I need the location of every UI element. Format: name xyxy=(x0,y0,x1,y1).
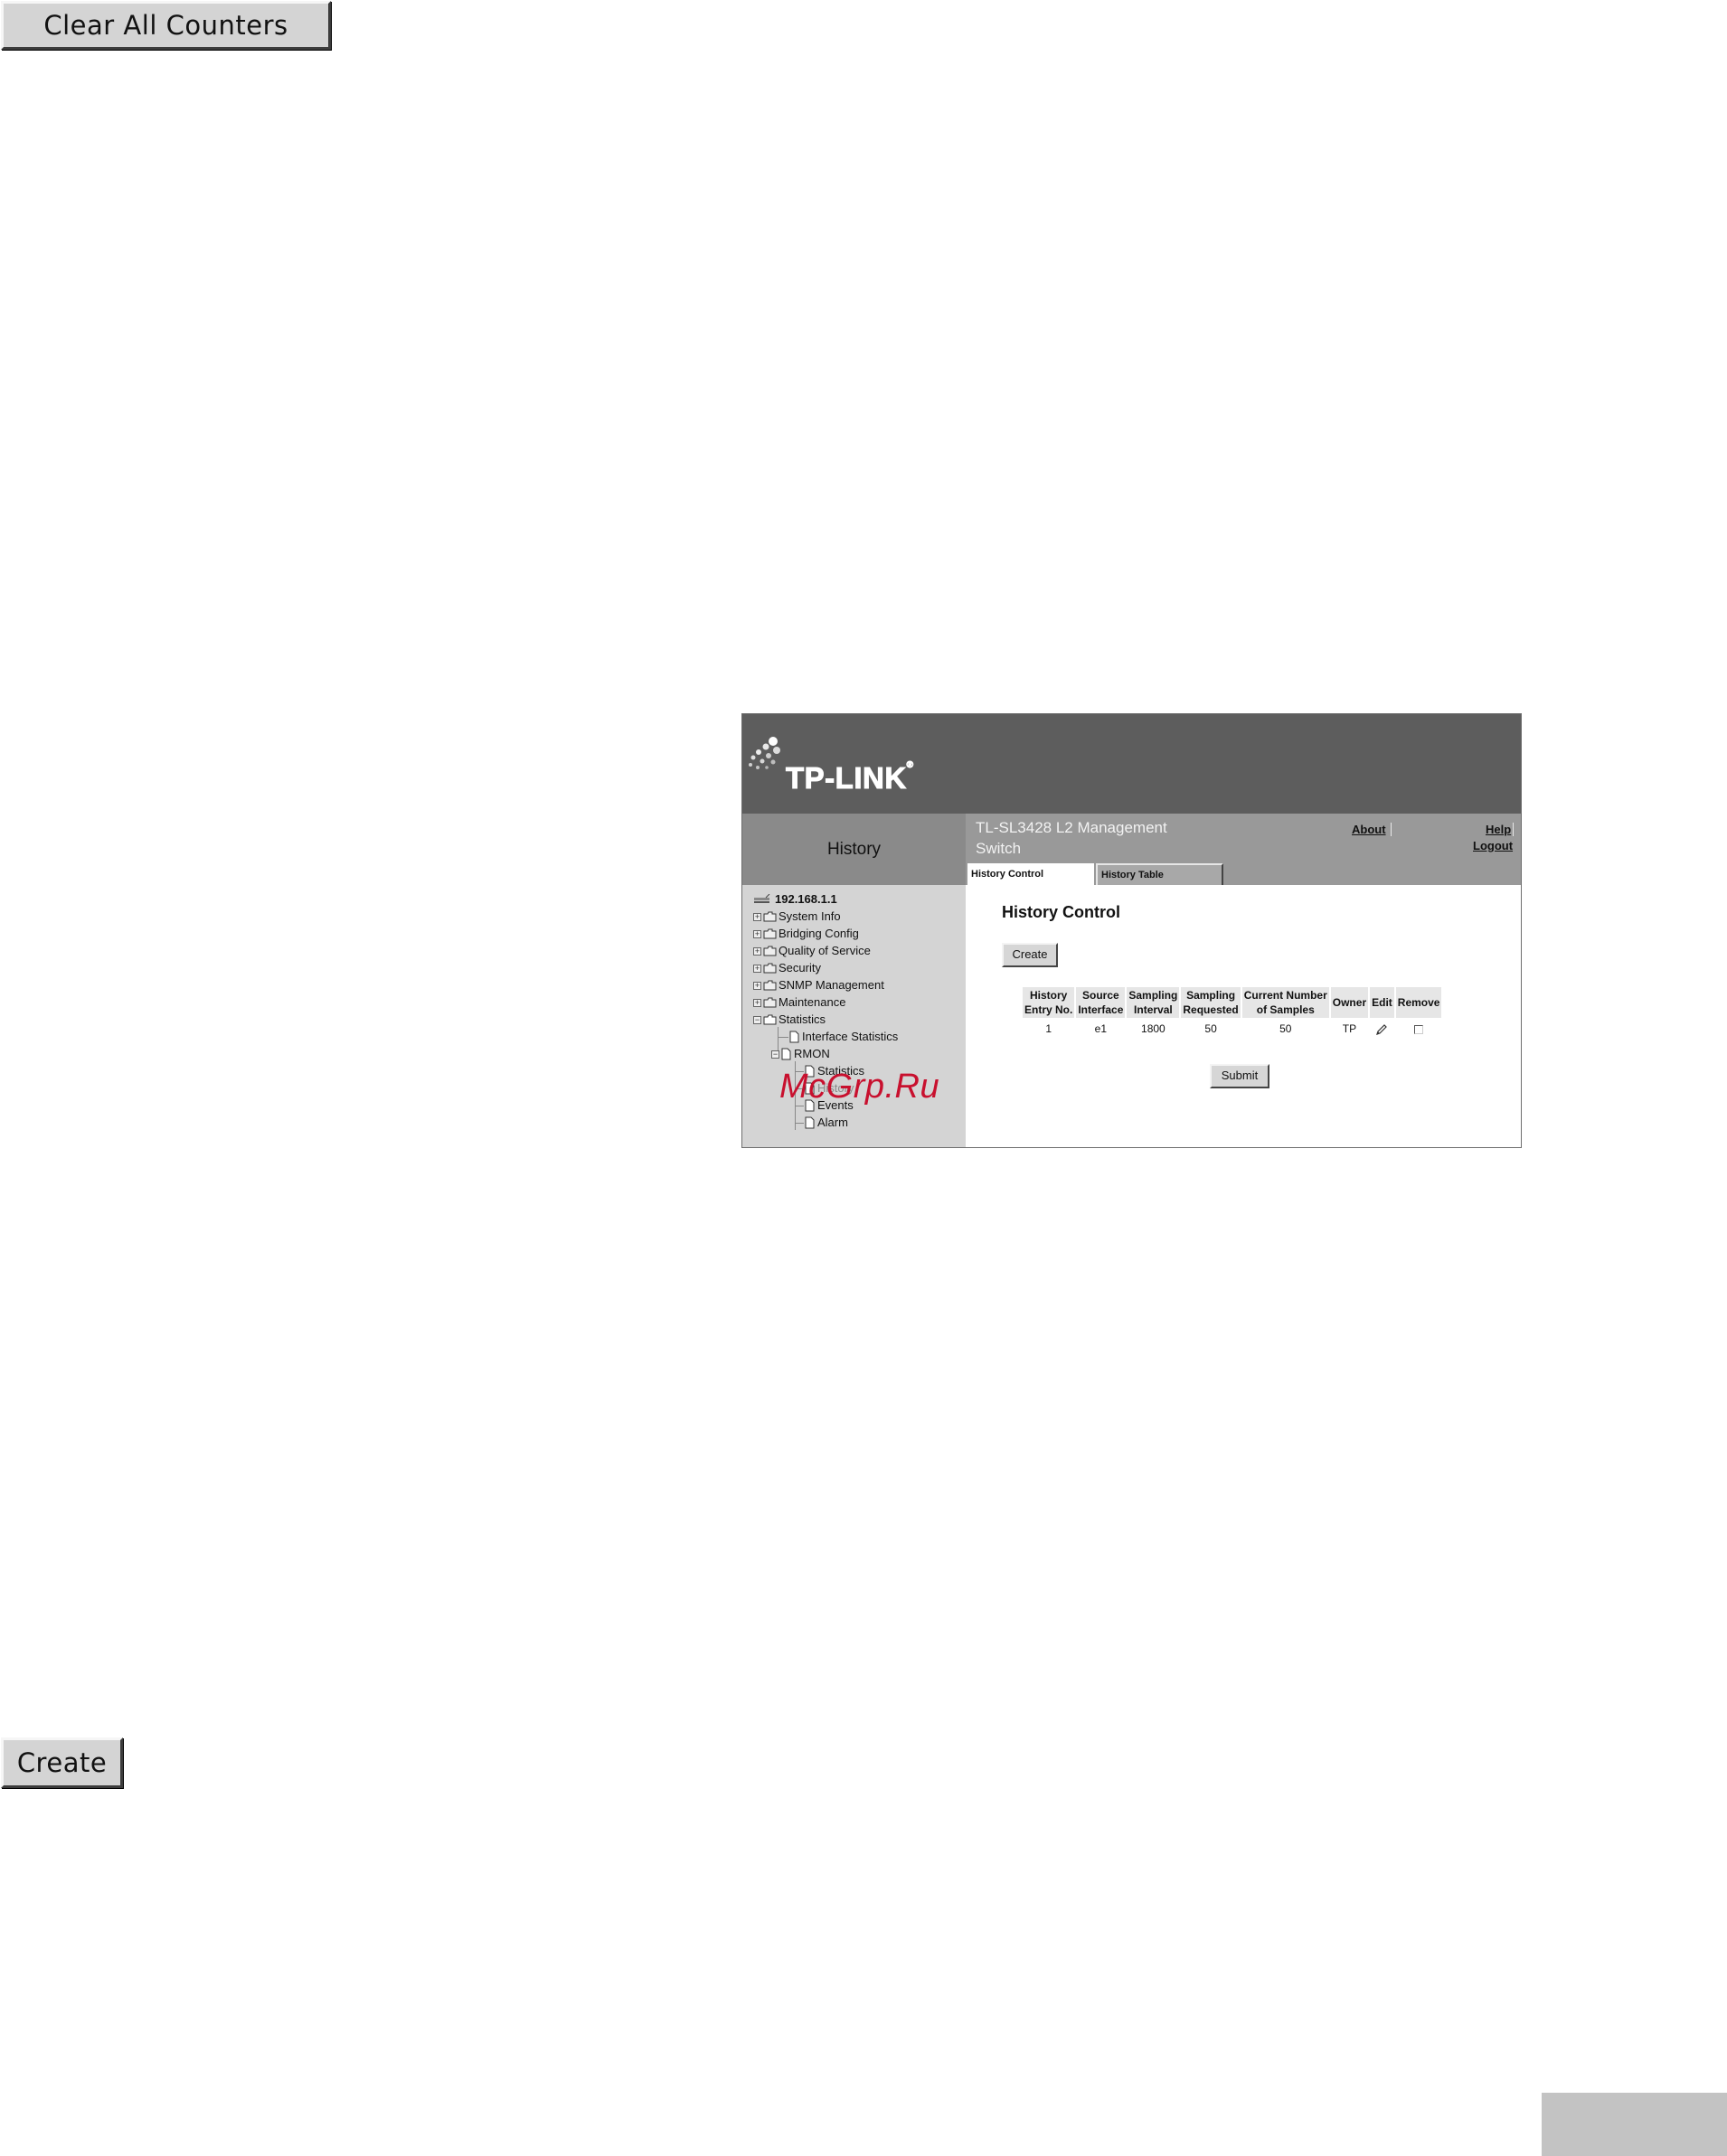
document-icon xyxy=(781,1048,791,1060)
help-link[interactable]: Help xyxy=(1486,823,1511,836)
tree-item-snmp-management[interactable]: + SNMP Management xyxy=(753,978,884,993)
folder-icon xyxy=(763,928,777,939)
web-ui-screenshot: TP-LINK® History TL-SL3428 L2 Management… xyxy=(741,713,1522,1148)
product-name: TL-SL3428 L2 Management Switch xyxy=(976,819,1167,857)
submit-button[interactable]: Submit xyxy=(1210,1064,1269,1088)
expand-icon[interactable]: + xyxy=(753,964,761,973)
tree-item-interface-statistics[interactable]: Interface Statistics xyxy=(789,1030,898,1044)
tab-history-table[interactable]: History Table xyxy=(1096,863,1223,885)
folder-icon xyxy=(763,946,777,956)
page-title: History xyxy=(742,814,966,885)
collapse-icon[interactable]: − xyxy=(771,1050,779,1059)
expand-icon[interactable]: + xyxy=(753,998,761,1007)
tree-item-quality-of-service[interactable]: + Quality of Service xyxy=(753,944,871,958)
table-row: 1 e1 1800 50 50 TP xyxy=(1023,1018,1441,1040)
collapse-icon[interactable]: − xyxy=(753,1015,761,1024)
tree-item-maintenance[interactable]: + Maintenance xyxy=(753,995,845,1010)
divider xyxy=(1391,823,1392,836)
document-icon xyxy=(805,1116,815,1129)
expand-icon[interactable]: + xyxy=(753,929,761,938)
create-entry-button[interactable]: Create xyxy=(1002,943,1058,967)
cell-remove xyxy=(1396,1018,1442,1040)
cell-entry-no: 1 xyxy=(1045,1022,1052,1035)
table-header-row: History Entry No. Source Interface Samplin… xyxy=(1023,987,1442,1018)
folder-open-icon xyxy=(763,1014,777,1025)
cell-owner: TP xyxy=(1342,1022,1357,1035)
folder-icon xyxy=(763,980,777,991)
edit-icon[interactable] xyxy=(1375,1023,1388,1036)
clear-all-counters-button[interactable]: Clear All Counters xyxy=(1,1,331,50)
logout-link[interactable]: Logout xyxy=(1473,839,1513,852)
col-source-interface: Source Interface xyxy=(1076,987,1126,1018)
remove-checkbox[interactable] xyxy=(1414,1024,1424,1034)
about-link[interactable]: About xyxy=(1352,823,1386,836)
banner: TP-LINK® xyxy=(742,714,1521,814)
expand-icon[interactable]: + xyxy=(753,981,761,990)
folder-icon xyxy=(763,997,777,1008)
col-owner: Owner xyxy=(1330,987,1369,1018)
header-bar: TL-SL3428 L2 Management Switch About Hel… xyxy=(966,814,1521,885)
cell-edit xyxy=(1370,1018,1394,1040)
col-history-entry: History Entry No. xyxy=(1023,987,1075,1018)
folder-icon xyxy=(763,911,777,922)
create-button[interactable]: Create xyxy=(1,1737,123,1788)
watermark: McGrp.Ru xyxy=(779,1068,940,1106)
tree-root[interactable]: 192.168.1.1 xyxy=(753,892,837,907)
tree-item-statistics[interactable]: − Statistics xyxy=(753,1012,826,1027)
tree-item-bridging-config[interactable]: + Bridging Config xyxy=(753,927,859,941)
col-remove: Remove xyxy=(1395,987,1442,1018)
tree-connector xyxy=(778,1037,788,1038)
col-edit: Edit xyxy=(1370,987,1394,1018)
logo-dots-icon xyxy=(749,737,780,769)
switch-icon xyxy=(754,894,770,903)
tree-item-alarm[interactable]: Alarm xyxy=(805,1116,848,1130)
folder-icon xyxy=(763,963,777,974)
tp-link-logo: TP-LINK® xyxy=(786,760,914,795)
history-control-table: History Entry No. Source Interface Samplin… xyxy=(1021,987,1443,1040)
document-icon xyxy=(789,1031,799,1043)
cell-source-interface: e1 xyxy=(1094,1022,1108,1035)
cell-sampling-requested: 50 xyxy=(1204,1022,1217,1035)
col-sampling-interval: Sampling Interval xyxy=(1127,987,1180,1018)
expand-icon[interactable]: + xyxy=(753,912,761,921)
cell-sampling-interval: 1800 xyxy=(1141,1022,1165,1035)
content-title: History Control xyxy=(1002,903,1121,921)
divider xyxy=(1513,823,1514,836)
expand-icon[interactable]: + xyxy=(753,946,761,956)
tree-item-system-info[interactable]: + System Info xyxy=(753,909,841,924)
tab-history-control[interactable]: History Control xyxy=(967,863,1094,885)
main-content: History Control Create History Entry No. … xyxy=(966,885,1521,1147)
tree-connector xyxy=(795,1123,804,1124)
tree-item-rmon[interactable]: − RMON xyxy=(771,1047,830,1061)
cell-current-samples: 50 xyxy=(1279,1022,1292,1035)
sidebar-tree: 192.168.1.1 + System Info + Bridging Con… xyxy=(742,885,966,1147)
tree-item-security[interactable]: + Security xyxy=(753,961,821,975)
col-sampling-requested: Sampling Requested xyxy=(1181,987,1241,1018)
page-corner-block xyxy=(1542,2093,1727,2156)
col-current-samples: Current Number of Samples xyxy=(1241,987,1329,1018)
